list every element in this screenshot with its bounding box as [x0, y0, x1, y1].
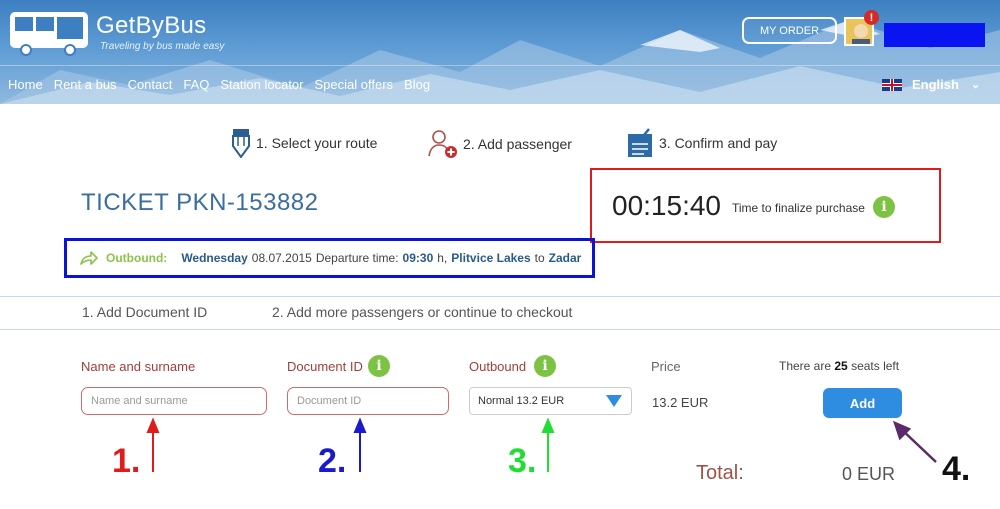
- departure-time-suffix: h,: [437, 251, 448, 265]
- price-label: Price: [651, 359, 681, 374]
- ticket-title: TICKET PKN-153882: [81, 189, 319, 216]
- share-arrow-icon: [80, 251, 98, 265]
- seats-suffix: seats left: [851, 359, 900, 373]
- step-1-label: 1. Select your route: [256, 135, 378, 151]
- timer-info-icon[interactable]: i: [873, 196, 895, 218]
- bus-logo-icon[interactable]: [8, 8, 92, 56]
- arrow-4: [892, 420, 937, 463]
- outbound-date: 08.07.2015: [251, 251, 312, 265]
- annotation-3: 3.: [508, 442, 537, 480]
- brand-name[interactable]: GetByBus: [96, 12, 206, 40]
- timer-label: Time to finalize purchase: [732, 201, 865, 215]
- dropdown-triangle-icon: [606, 395, 622, 407]
- departure-label: Departure time:: [315, 251, 399, 265]
- step-2-label: 2. Add passenger: [463, 136, 572, 152]
- site-header: GetByBus Traveling by bus made easy MY O…: [0, 0, 1000, 104]
- fare-select-value: Normal 13.2 EUR: [478, 395, 565, 407]
- chevron-down-icon: ⌄: [970, 79, 981, 91]
- outbound-day: Wednesday: [181, 251, 248, 265]
- outbound-fare-label: Outbound: [469, 359, 527, 374]
- header-divider: [0, 65, 1000, 66]
- alert-badge[interactable]: !: [864, 10, 879, 25]
- fare-select[interactable]: Normal 13.2 EUR: [469, 387, 632, 415]
- countdown-timer: 00:15:40: [612, 190, 721, 221]
- document-id-label: Document ID: [287, 359, 363, 374]
- substep-add-passengers: 2. Add more passengers or continue to ch…: [272, 304, 573, 320]
- document-id-input[interactable]: Document ID: [287, 387, 449, 415]
- arrow-2: [353, 417, 367, 472]
- step-3-label: 3. Confirm and pay: [659, 135, 778, 151]
- tagline: Traveling by bus made easy: [100, 41, 225, 52]
- nav-rent-a-bus[interactable]: Rent a bus: [54, 77, 117, 92]
- my-order-button[interactable]: MY ORDER: [742, 17, 837, 44]
- seats-count: 25: [834, 359, 848, 373]
- section-divider-bottom: [0, 329, 1000, 330]
- pencil-icon: [232, 129, 250, 158]
- name-input[interactable]: Name and surname: [81, 387, 267, 415]
- nav-faq[interactable]: FAQ: [183, 77, 209, 92]
- substep-add-document: 1. Add Document ID: [82, 304, 208, 320]
- step-confirm-pay: 3. Confirm and pay: [627, 128, 777, 158]
- destination-city: Zadar: [548, 251, 582, 265]
- total-value: 0 EUR: [842, 464, 896, 484]
- nav-home[interactable]: Home: [8, 77, 43, 92]
- arrow-3: [541, 417, 555, 472]
- seats-prefix: There are: [779, 359, 832, 373]
- annotation-4: 4.: [942, 450, 971, 488]
- nav-station-locator[interactable]: Station locator: [220, 77, 303, 92]
- checklist-icon: [628, 128, 652, 157]
- language-label: English: [912, 77, 959, 92]
- outbound-info-icon[interactable]: i: [534, 355, 556, 377]
- add-passenger-button[interactable]: Add: [823, 388, 902, 418]
- seats-left: There are 25 seats left: [779, 359, 899, 373]
- annotation-2: 2.: [318, 442, 347, 480]
- nav-special-offers[interactable]: Special offers: [315, 77, 394, 92]
- uk-flag-icon: [882, 78, 902, 91]
- outbound-label: Outbound:: [106, 251, 168, 265]
- add-person-icon: [428, 130, 457, 158]
- total-label: Total:: [696, 462, 744, 484]
- price-value: 13.2 EUR: [652, 395, 709, 410]
- arrow-1: [146, 417, 160, 472]
- language-selector[interactable]: English ⌄: [882, 77, 980, 92]
- nav-contact[interactable]: Contact: [128, 77, 173, 92]
- step-add-passenger: 2. Add passenger: [427, 128, 572, 160]
- document-info-icon[interactable]: i: [368, 355, 390, 377]
- annotation-1: 1.: [112, 442, 141, 480]
- timer-panel: 00:15:40 Time to finalize purchase i: [590, 168, 941, 243]
- main-nav: Home Rent a bus Contact FAQ Station loca…: [8, 77, 441, 92]
- section-divider-top: [0, 296, 1000, 297]
- outbound-summary: Outbound: Wednesday 08.07.2015 Departure…: [64, 238, 595, 278]
- to-word: to: [534, 251, 545, 265]
- name-label: Name and surname: [81, 359, 196, 374]
- origin-city: Plitvice Lakes: [451, 251, 531, 265]
- redacted-user-area: [884, 23, 985, 47]
- departure-time: 09:30: [402, 251, 434, 265]
- nav-blog[interactable]: Blog: [404, 77, 430, 92]
- step-select-route: 1. Select your route: [230, 128, 377, 158]
